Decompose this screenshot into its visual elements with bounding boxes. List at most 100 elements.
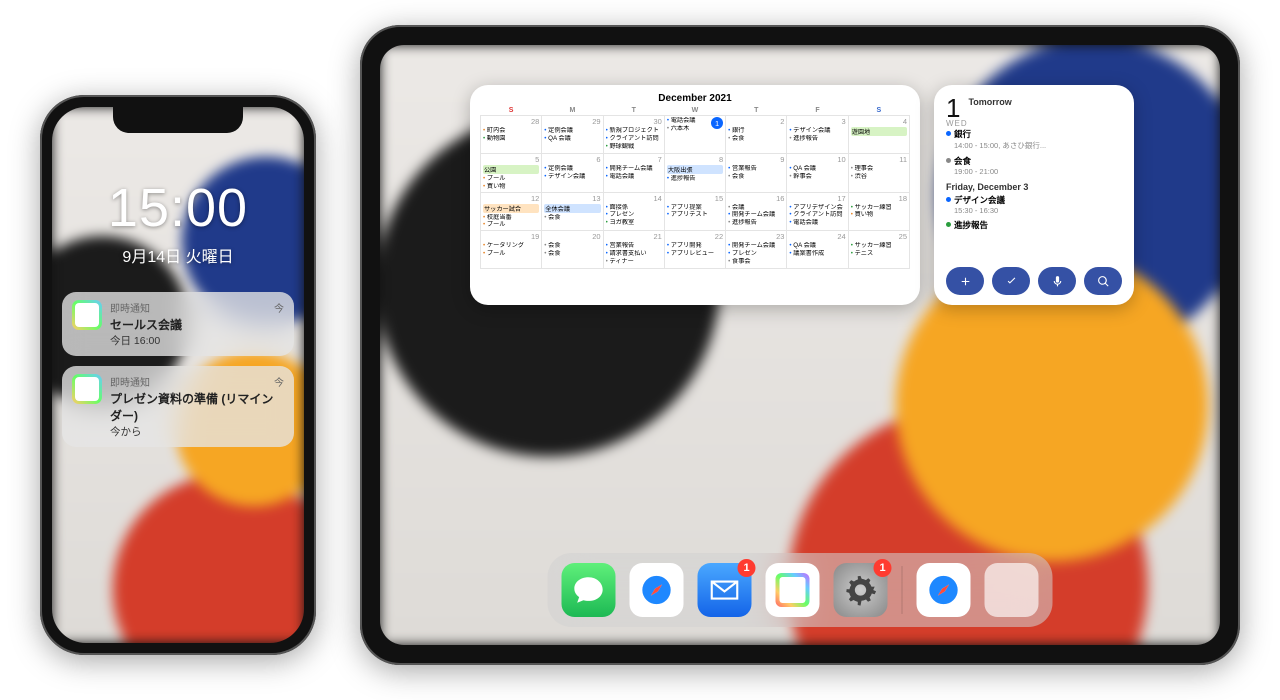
cal-cell[interactable]: 2銀行会食 [726,116,787,154]
cal-cell[interactable]: 15アプリ提案アプリテスト [664,192,725,231]
agenda-add-button[interactable] [946,267,984,295]
agenda-weekday: WED [946,119,1122,128]
cal-date-number: 15 [667,194,723,203]
cal-event: アプリ提案 [667,204,723,212]
cal-allday-event: 遊園地 [851,127,907,136]
cal-cell[interactable]: 18サッカー練習買い物 [848,192,909,231]
agenda-widget[interactable]: 1 Tomorrow WED 銀行 14:00 - 15:00, あさひ銀行..… [934,85,1134,305]
cal-cell[interactable]: 13全休会議会食 [542,192,603,231]
agenda-item[interactable]: 銀行 14:00 - 15:00, あさひ銀行... [946,128,1122,151]
notification-card[interactable]: 即時通知今 プレゼン資料の準備 (リマインダー) 今から [62,366,294,447]
agenda-item-sub: 15:30 - 16:30 [954,206,1122,215]
cal-cell[interactable]: 21営業報告請求書支払いディナー [603,231,664,269]
agenda-item[interactable]: 会食 19:00 - 21:00 [946,155,1122,176]
cal-date-number: 5 [483,155,539,164]
cal-cell[interactable]: 1電話会議六本木 [664,116,725,154]
cal-cell[interactable]: 6定例会議デザイン会議 [542,154,603,193]
cal-cell[interactable]: 24QA 会議議案書作成 [787,231,848,269]
notification-card[interactable]: 即時通知今 セールス会議 今日 16:00 [62,292,294,356]
settings-badge: 1 [874,559,892,577]
iphone-notch [113,107,243,133]
cal-event: 開発チーム会議 [728,211,784,219]
cal-event: 野球観戦 [606,143,662,151]
calendar-month-widget[interactable]: December 2021 SMTWTFS28町内会動物園29定例会議QA 会議… [470,85,920,305]
cal-cell[interactable]: 12サッカー試合校庭当番プール [481,192,542,231]
cal-cell[interactable]: 23開発チーム会議プレゼン食事会 [726,231,787,269]
cal-event: QA 会議 [544,135,600,143]
dock-app-mail[interactable]: 1 [698,563,752,617]
cal-cell[interactable]: 9営業報告会食 [726,154,787,193]
cal-cell[interactable]: 11理事会渋谷 [848,154,909,193]
cal-event: 買い物 [851,211,907,219]
dock-app-messages[interactable] [562,563,616,617]
dock-app-safari[interactable] [630,563,684,617]
agenda-item[interactable]: 進捗報告 [946,219,1122,231]
cal-cell[interactable]: 3デザイン会議進捗報告 [787,116,848,154]
cal-event: ディナー [606,258,662,266]
cal-cell[interactable]: 19ケータリングプール [481,231,542,269]
cal-event: クライアント訪問 [789,211,845,219]
lock-time: 15:00 [52,177,304,239]
notification-subtitle: 今日 16:00 [110,333,284,348]
cal-cell[interactable]: 20会食会食 [542,231,603,269]
agenda-item[interactable]: デザイン会議 15:30 - 16:30 [946,194,1122,215]
cal-event: クライアント訪問 [606,135,662,143]
ipad-device: December 2021 SMTWTFS28町内会動物園29定例会議QA 会議… [360,25,1240,665]
cal-event: 町内会 [483,127,539,135]
dock-recent-safari[interactable] [917,563,971,617]
ipad-screen: December 2021 SMTWTFS28町内会動物園29定例会議QA 会議… [380,45,1220,645]
cal-event: アプリ開発 [667,242,723,250]
cal-cell[interactable]: 14面接係プレゼンヨガ教室 [603,192,664,231]
agenda-mic-button[interactable] [1038,267,1076,295]
cal-date-number: 29 [544,117,600,126]
cal-cell[interactable]: 5公園プール買い物 [481,154,542,193]
cal-event: 面接係 [606,204,662,212]
cal-event: 開発チーム会議 [728,242,784,250]
cal-cell[interactable]: 28町内会動物園 [481,116,542,154]
lock-screen-clock: 15:00 9月14日 火曜日 [52,177,304,267]
cal-cell[interactable]: 8大阪出張進捗報告 [664,154,725,193]
cal-event: 動物園 [483,135,539,143]
cal-allday-event: サッカー試合 [483,204,539,213]
cal-date-number: 23 [728,232,784,241]
cal-date-number: 20 [544,232,600,241]
cal-event: QA 会議 [789,165,845,173]
cal-cell[interactable]: 10QA 会議幹事会 [787,154,848,193]
notification-title: セールス会議 [110,316,284,333]
cal-cell[interactable]: 7開発チーム会議電話会議 [603,154,664,193]
cal-event: 議案書作成 [789,250,845,258]
cal-cell[interactable]: 29定例会議QA 会議 [542,116,603,154]
cal-date-number: 17 [789,194,845,203]
agenda-item-sub: 19:00 - 21:00 [954,167,1122,176]
cal-event: 銀行 [728,127,784,135]
ipad-dock: 1 1 [548,553,1053,627]
cal-date-number: 18 [851,194,907,203]
cal-cell[interactable]: 25サッカー練習テニス [848,231,909,269]
cal-cell[interactable]: 22アプリ開発アプリレビュー [664,231,725,269]
agenda-check-button[interactable] [992,267,1030,295]
agenda-item-title: 会食 [954,155,1122,167]
cal-date-number: 2 [728,117,784,126]
cal-allday-event: 大阪出張 [667,165,723,174]
cal-cell[interactable]: 30新規プロジェクトクライアント訪問野球観戦 [603,116,664,154]
cal-event: 新規プロジェクト [606,127,662,135]
dock-app-calendar[interactable] [766,563,820,617]
cal-date-number: 9 [728,155,784,164]
cal-cell[interactable]: 17アプリデザイン会クライアント訪問電話会議 [787,192,848,231]
agenda-search-button[interactable] [1084,267,1122,295]
dock-app-library[interactable] [985,563,1039,617]
agenda-action-row [946,267,1122,295]
cal-event: 幹事会 [789,173,845,181]
cal-event: テニス [851,250,907,258]
calendar-title: December 2021 [480,93,910,104]
cal-date-number: 10 [789,155,845,164]
cal-event: プレゼン [728,250,784,258]
notification-subtitle: 今から [110,424,284,439]
cal-cell[interactable]: 16会議開発チーム会議進捗報告 [726,192,787,231]
cal-cell[interactable]: 4遊園地 [848,116,909,154]
dock-app-settings[interactable]: 1 [834,563,888,617]
cal-event: 校庭当番 [483,214,539,222]
widgets-row: December 2021 SMTWTFS28町内会動物園29定例会議QA 会議… [470,85,1134,305]
agenda-date: 1 Tomorrow [946,95,1122,121]
cal-date-number: 19 [483,232,539,241]
